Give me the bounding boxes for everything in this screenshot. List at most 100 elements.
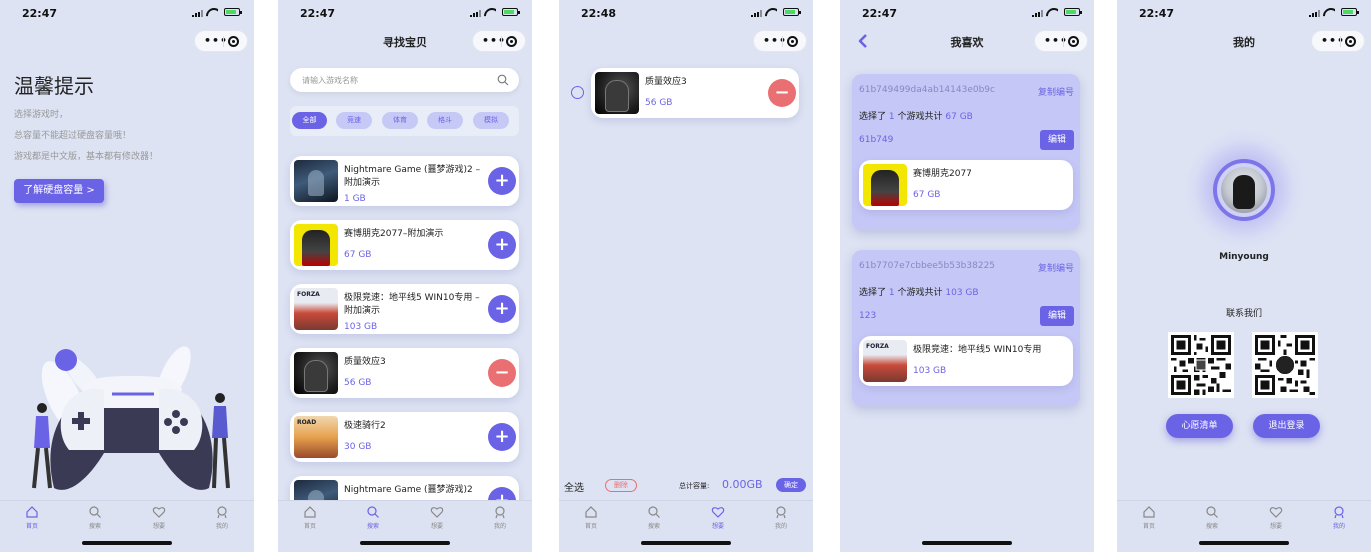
summary-count: 1 [888,288,895,298]
tab-search[interactable]: 搜索 [634,505,674,530]
home-indicator [641,541,731,545]
summary-total: 67 GB [945,112,973,122]
game-card[interactable]: 极限竞速：地平线5 WIN10专用 – 附加演示 103 GB + [290,284,519,334]
copy-id-link[interactable]: 复制编号 [1038,261,1074,274]
game-cover [294,352,338,394]
game-title: Nightmare Game (噩梦游戏)2 [344,485,473,495]
tab-mine[interactable]: 我的 [480,505,520,530]
more-icon[interactable]: ••• [763,34,787,47]
confirm-button[interactable]: 确定 [776,478,806,492]
tab-search[interactable]: 搜索 [75,505,115,530]
tab-label: 想要 [430,523,443,530]
search-input[interactable] [302,68,482,92]
game-title: 极速骑行2 [344,421,386,431]
delete-button[interactable]: 删除 [605,479,637,492]
game-card[interactable]: 极速骑行2 30 GB + [290,412,519,462]
chip-racing[interactable]: 竞速 [336,112,372,129]
home-indicator [82,541,172,545]
close-mini-program-icon[interactable] [1345,36,1356,47]
tab-home[interactable]: 首页 [571,505,611,530]
chip-simulation[interactable]: 模拟 [473,112,509,129]
tab-home[interactable]: 首页 [12,505,52,530]
tab-mine[interactable]: 我的 [202,505,242,530]
order-short-id: 61b749 [859,135,894,145]
chip-fighting[interactable]: 格斗 [427,112,463,129]
add-game-button[interactable]: + [488,231,516,259]
screen-home: 22:47 ••• 温馨提示 选择游戏时， 总容量不能超过硬盘容量哦！ 游戏都是… [0,0,254,552]
close-mini-program-icon[interactable] [1068,36,1079,47]
tab-home[interactable]: 首页 [1129,505,1169,530]
tab-label: 搜索 [88,523,101,530]
learn-disk-capacity-button[interactable]: 了解硬盘容量 > [14,179,104,203]
chip-sports[interactable]: 体育 [382,112,418,129]
remove-game-button[interactable]: − [768,79,796,107]
tab-label: 搜索 [647,523,660,530]
mini-program-capsule[interactable]: ••• [1311,30,1365,52]
remove-game-button[interactable]: − [488,359,516,387]
checkout-bar: 全选 删除 总计容量: 0.00GB 确定 [559,475,813,497]
more-icon[interactable]: ••• [1321,34,1345,47]
tip-line: 游戏都是中文版，基本都有修改器！ [14,152,159,162]
copy-id-link[interactable]: 复制编号 [1038,85,1074,98]
tab-label: 搜索 [1205,523,1218,530]
chip-all[interactable]: 全部 [292,112,327,129]
search-icon [89,506,101,518]
tab-label: 想要 [1269,523,1282,530]
heart-icon [430,507,444,518]
mini-program-capsule[interactable]: ••• [194,30,248,52]
tab-want[interactable]: 想要 [139,505,179,530]
wishlist-button[interactable]: 心愿清单 [1166,414,1233,438]
close-mini-program-icon[interactable] [228,36,239,47]
signal-icon [192,10,203,17]
close-mini-program-icon[interactable] [787,36,798,47]
more-icon[interactable]: ••• [204,34,228,47]
select-all-toggle[interactable]: 全选 [564,479,584,494]
add-game-button[interactable]: + [488,167,516,195]
game-size: 56 GB [645,98,673,108]
tab-want[interactable]: 想要 [417,505,457,530]
game-card[interactable]: Nightmare Game (噩梦游戏)2 – 附加演示 1 GB + [290,156,519,206]
game-title: 赛博朋克2077–附加演示 [344,229,444,239]
tab-want[interactable]: 想要 [698,505,738,530]
search-icon[interactable] [497,74,509,86]
game-title: 质量效应3 [645,77,687,87]
select-item-radio[interactable] [571,86,584,99]
game-card[interactable]: 赛博朋克2077–附加演示 67 GB + [290,220,519,270]
game-cover [863,164,907,206]
cart-item[interactable]: 质量效应3 56 GB − [591,68,799,118]
game-cover [595,72,639,114]
username: Minyoung [1219,252,1269,262]
mini-program-capsule[interactable]: ••• [1034,30,1088,52]
game-card[interactable]: 赛博朋克2077 67 GB [859,160,1073,210]
avatar[interactable] [1213,159,1275,221]
battery-icon [502,8,520,16]
game-card[interactable]: 质量效应3 56 GB − [290,348,519,398]
battery-icon [1064,8,1082,16]
edit-button[interactable]: 编辑 [1040,306,1074,326]
tab-want[interactable]: 想要 [1256,505,1296,530]
close-mini-program-icon[interactable] [506,36,517,47]
game-cover [294,416,338,458]
tab-mine[interactable]: 我的 [1319,505,1359,530]
mini-program-capsule[interactable]: ••• [472,30,526,52]
tab-mine[interactable]: 我的 [761,505,801,530]
more-icon[interactable]: ••• [1044,34,1068,47]
tip-line: 选择游戏时， [14,110,69,120]
mini-program-capsule[interactable]: ••• [753,30,807,52]
edit-button[interactable]: 编辑 [1040,130,1074,150]
add-game-button[interactable]: + [488,295,516,323]
order-card: 61b749499da4ab14143e0b9c 复制编号 选择了 1 个游戏共… [852,74,1080,230]
tab-home[interactable]: 首页 [290,505,330,530]
home-icon [585,506,597,518]
tab-search[interactable]: 搜索 [353,505,393,530]
add-game-button[interactable]: + [488,423,516,451]
user-icon [776,506,786,519]
user-icon [217,506,227,519]
screen-profile: 22:47 我的 ••• Minyoung 联系我们 心愿清单 退出登录 首页 … [1117,0,1371,552]
gamepad-illustration [32,346,230,490]
game-card[interactable]: 极限竞速：地平线5 WIN10专用 103 GB [859,336,1073,386]
tab-search[interactable]: 搜索 [1192,505,1232,530]
game-title: Nightmare Game (噩梦游戏)2 – 附加演示 [344,165,481,188]
more-icon[interactable]: ••• [482,34,506,47]
logout-button[interactable]: 退出登录 [1253,414,1320,438]
